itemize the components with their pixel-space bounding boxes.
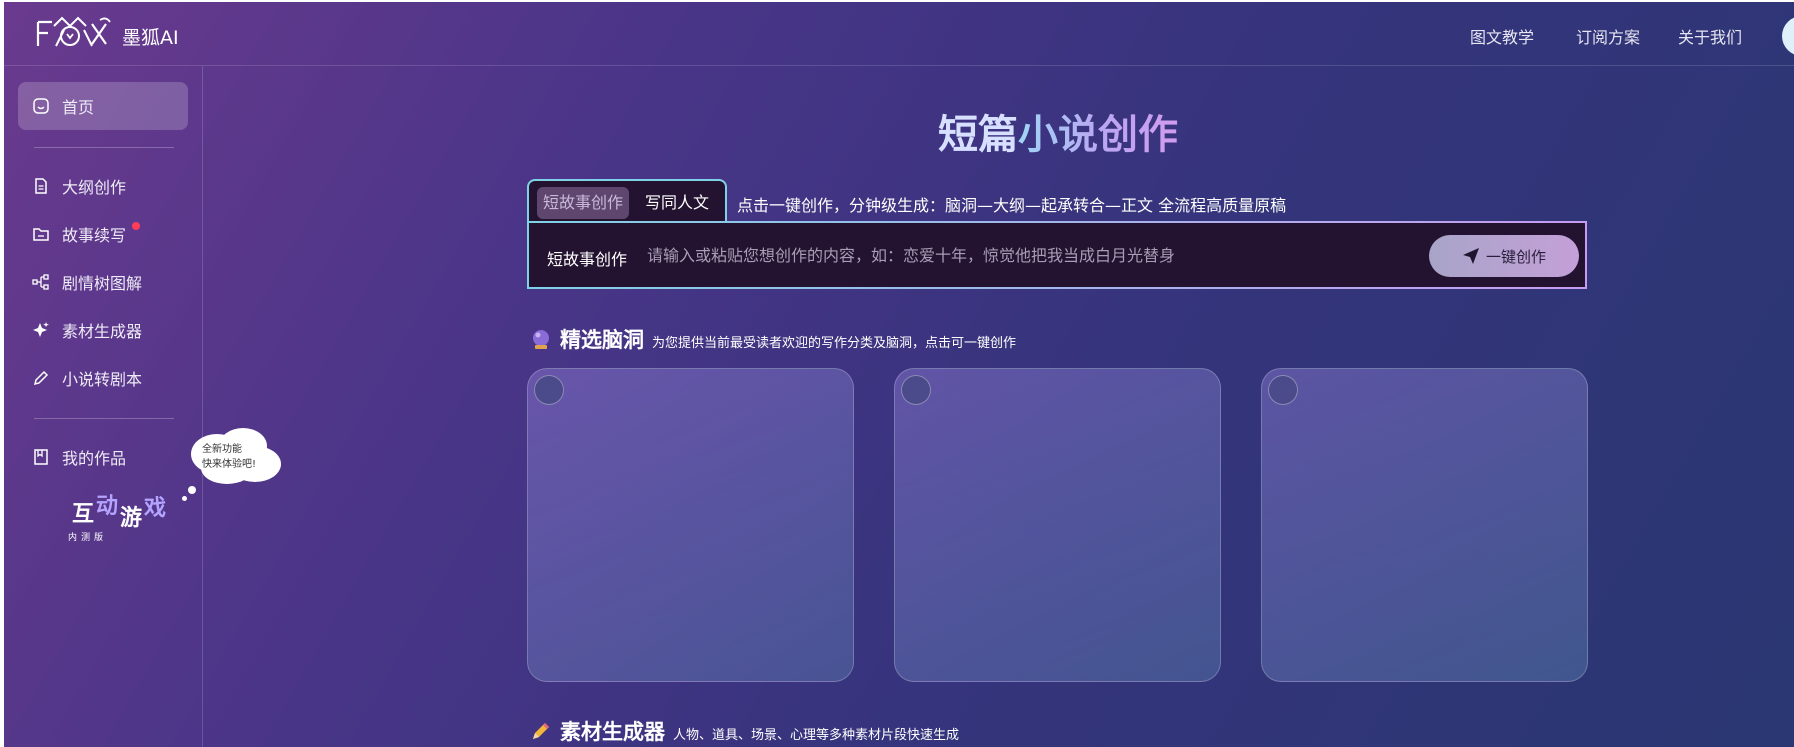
bubble-line-2: 快来体验吧! <box>202 459 257 470</box>
page-title-part1: 短篇 <box>938 112 1018 158</box>
sidebar-item-home[interactable]: 首页 <box>18 82 188 130</box>
page-title-part2: 小说创作 <box>1018 112 1178 158</box>
sidebar-item-continue[interactable]: 故事续写 <box>18 210 188 258</box>
card-avatar <box>901 375 931 405</box>
card-avatar <box>1268 375 1298 405</box>
sidebar-item-outline[interactable]: 大纲创作 <box>18 162 188 210</box>
game-logo-char: 戏 <box>144 496 167 521</box>
crystal-ball-icon <box>533 330 549 349</box>
sidebar-item-material[interactable]: 素材生成器 <box>18 306 188 354</box>
section-title: 素材生成器 <box>560 720 665 744</box>
sidebar: 首页 大纲创作 故事续写 剧情树图解 素材生成器 小说转剧本 我的作品 <box>4 66 203 747</box>
sidebar-item-label: 小说转剧本 <box>62 370 143 389</box>
sidebar-item-label: 素材生成器 <box>62 322 143 341</box>
section-subtitle: 人物、道具、场景、心理等多种素材片段快速生成 <box>673 728 960 743</box>
sparkle-icon <box>32 321 50 339</box>
avatar[interactable] <box>1782 16 1794 56</box>
tab-short-story[interactable]: 短故事创作 <box>537 187 630 219</box>
bubble-tail-dot <box>182 496 187 501</box>
sidebar-item-label: 故事续写 <box>62 226 127 245</box>
sidebar-item-plot-tree[interactable]: 剧情树图解 <box>18 258 188 306</box>
sidebar-item-label: 剧情树图解 <box>62 274 143 293</box>
sidebar-item-script[interactable]: 小说转剧本 <box>18 354 188 402</box>
nav-tutorial[interactable]: 图文教学 <box>1470 24 1534 48</box>
section-title: 精选脑洞 <box>560 328 644 352</box>
notification-badge <box>132 222 140 230</box>
bubble-text: 全新功能 快来体验吧! <box>202 442 282 472</box>
home-icon <box>32 97 50 115</box>
input-label: 短故事创作 <box>547 250 628 269</box>
bubble-line-1: 全新功能 <box>202 444 242 455</box>
idea-card[interactable] <box>1261 368 1588 682</box>
generate-button[interactable]: 一键创作 <box>1429 235 1579 277</box>
game-logo-char: 动 <box>96 494 119 519</box>
sidebar-item-label: 首页 <box>62 98 95 117</box>
pencil-emoji-icon <box>533 723 549 739</box>
idea-card[interactable] <box>527 368 854 682</box>
tab-description: 点击一键创作，分钟级生成：脑洞—大纲—起承转合—正文 全流程高质量原稿 <box>737 196 1287 215</box>
tab-fanfic[interactable]: 写同人文 <box>639 187 715 219</box>
sidebar-item-my-works[interactable]: 我的作品 <box>18 433 188 481</box>
mode-tabs: 短故事创作 写同人文 <box>527 179 727 223</box>
game-logo-char: 互 <box>72 502 95 527</box>
app-window: 墨狐AI 图文教学 订阅方案 关于我们 首页 大纲创作 故事续写 剧情树图解 素… <box>4 2 1794 747</box>
top-bar: 墨狐AI 图文教学 订阅方案 关于我们 <box>4 2 1794 66</box>
prompt-input[interactable] <box>647 237 1427 273</box>
pencil-icon <box>32 369 50 387</box>
card-avatar <box>534 375 564 405</box>
nav-about[interactable]: 关于我们 <box>1678 24 1742 48</box>
sidebar-divider <box>34 418 174 419</box>
brand-logo <box>36 16 111 47</box>
material-section-header: 素材生成器 人物、道具、场景、心理等多种素材片段快速生成 <box>530 716 959 746</box>
folder-icon <box>32 225 50 243</box>
game-logo-char: 游 <box>120 506 143 531</box>
game-logo-sub: 内测版 <box>68 533 108 543</box>
idea-card[interactable] <box>894 368 1221 682</box>
featured-section-header: 精选脑洞 为您提供当前最受读者欢迎的写作分类及脑洞，点击可一键创作 <box>530 324 1016 354</box>
sidebar-item-label: 大纲创作 <box>62 178 127 197</box>
brand-name: 墨狐AI <box>122 27 179 49</box>
document-icon <box>32 177 50 195</box>
create-input-panel: 短故事创作 一键创作 <box>527 221 1587 289</box>
sidebar-item-label: 我的作品 <box>62 449 127 468</box>
page-title: 短篇小说创作 <box>938 102 1178 160</box>
nav-subscription[interactable]: 订阅方案 <box>1576 24 1640 48</box>
generate-button-label: 一键创作 <box>1485 248 1546 266</box>
bookmark-icon <box>32 448 50 466</box>
section-subtitle: 为您提供当前最受读者欢迎的写作分类及脑洞，点击可一键创作 <box>652 336 1017 351</box>
tree-icon <box>32 273 50 291</box>
send-icon <box>1462 248 1479 264</box>
sidebar-divider <box>34 147 174 148</box>
bubble-tail-dot <box>188 486 196 494</box>
